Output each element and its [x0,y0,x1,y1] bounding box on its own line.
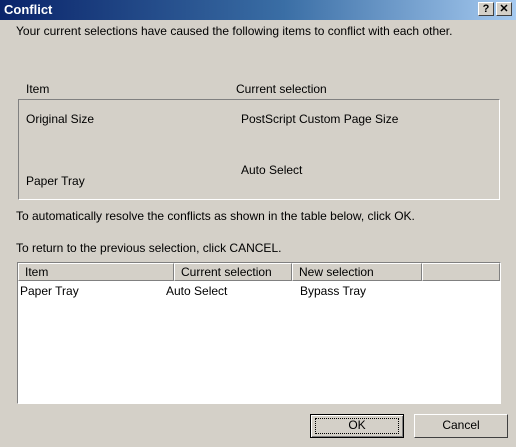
conflict-row-item: Paper Tray [26,174,85,188]
intro-text: Your current selections have caused the … [16,24,453,38]
column-header-item[interactable]: Item [18,263,174,281]
column-header-current[interactable]: Current selection [174,263,292,281]
table-cell-new: Bypass Tray [300,284,367,298]
cancel-button[interactable]: Cancel [414,414,508,438]
conflict-row-current: Auto Select [241,163,303,177]
title-bar[interactable]: Conflict ? ✕ [0,0,516,20]
conflict-header-current: Current selection [236,82,327,96]
conflict-row-item: Original Size [26,112,95,126]
ok-button[interactable]: OK [310,414,404,438]
cancel-button-label: Cancel [442,418,480,432]
close-button[interactable]: ✕ [496,2,512,16]
window-title: Conflict [4,2,53,17]
table-cell-current: Auto Select [166,284,228,298]
column-header-empty[interactable] [422,263,500,281]
focus-rectangle [315,418,399,434]
ok-instruction: To automatically resolve the conflicts a… [16,209,415,223]
help-button[interactable]: ? [478,2,494,16]
table-cell-item: Paper Tray [20,284,79,298]
conflict-header-item: Item [26,82,50,96]
resolution-table[interactable]: Item Current selection New selection Pap… [17,262,501,404]
column-header-new[interactable]: New selection [292,263,422,281]
cancel-instruction: To return to the previous selection, cli… [16,241,282,255]
conflict-dialog: Conflict ? ✕ Your current selections hav… [0,0,516,447]
conflict-row-current: PostScript Custom Page Size [241,112,399,126]
